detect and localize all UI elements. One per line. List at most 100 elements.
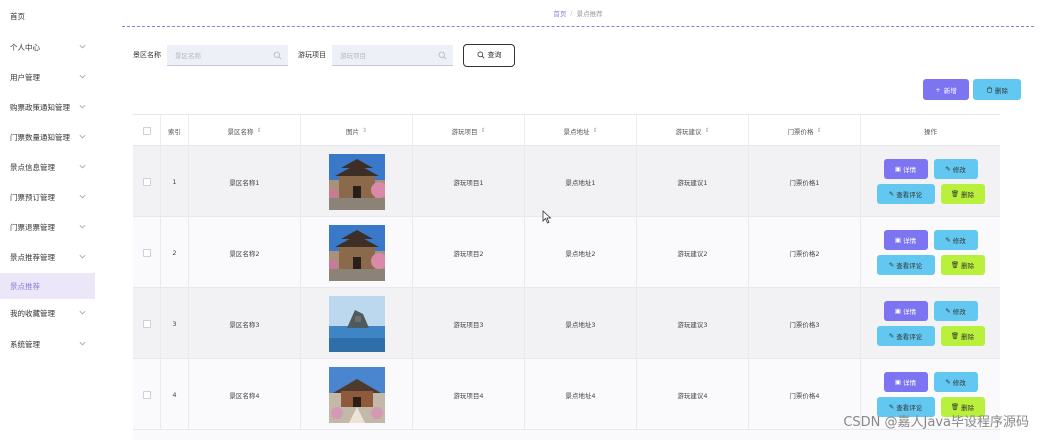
sidebar-item-ticket-policy[interactable]: 购票政策通知管理 bbox=[0, 94, 95, 120]
name-search-input[interactable]: 景区名称 bbox=[167, 44, 288, 66]
delete-button[interactable]: 🗑 删除 bbox=[940, 184, 985, 204]
header-price[interactable]: 门票价格 ⇕ bbox=[749, 115, 861, 146]
sidebar-item-ticket-quantity[interactable]: 门票数量通知管理 bbox=[0, 124, 95, 150]
chevron-down-icon bbox=[78, 72, 87, 81]
sidebar-item-ticket-booking[interactable]: 门票预订管理 bbox=[0, 184, 95, 210]
row-suggestion: 游玩建议2 bbox=[637, 217, 749, 288]
breadcrumb-separator: / bbox=[570, 9, 573, 17]
view-comments-button[interactable]: ✎ 查看评论 bbox=[876, 326, 935, 346]
data-table: 索引 景区名称 ⇕ 图片 ⇕ 游玩项目 ⇕ 景点地址 ⇕ 游玩建议 ⇕ 门票价格 ⇕ 操作 … bbox=[133, 114, 1000, 440]
row-checkbox[interactable] bbox=[142, 319, 151, 328]
table-row[interactable]: 1 景区名称1 游玩项目1 景点地址1 游玩建议1 门票价格1 ▣ 详情 ✎ 修改 … bbox=[133, 146, 1000, 217]
sidebar-item-favorites[interactable]: 我的收藏管理 bbox=[0, 300, 95, 326]
table-row-partial bbox=[133, 430, 1000, 440]
query-button-label: 查询 bbox=[487, 51, 502, 59]
sidebar-item-recommend-management[interactable]: 景点推荐管理 bbox=[0, 244, 95, 270]
plus-icon: + bbox=[935, 85, 941, 94]
delete-label: 删除 bbox=[961, 191, 975, 199]
detail-button[interactable]: ▣ 详情 bbox=[883, 230, 928, 250]
table-row[interactable]: 3 景区名称3 游玩项目3 景点地址3 游玩建议3 门票价格3 ▣ 详情 ✎ 修改 … bbox=[133, 288, 1000, 359]
detail-button[interactable]: ▣ 详情 bbox=[883, 159, 928, 179]
header-suggestion-label: 游玩建议 bbox=[675, 127, 702, 136]
delete-button[interactable]: 🗑 删除 bbox=[940, 326, 985, 346]
sort-icon[interactable]: ⇕ bbox=[816, 127, 821, 134]
edit-button[interactable]: ✎ 修改 bbox=[933, 230, 978, 250]
sidebar-item-label: 系统管理 bbox=[10, 339, 40, 349]
edit-icon: ✎ bbox=[945, 307, 951, 315]
header-project[interactable]: 游玩项目 ⇕ bbox=[413, 115, 525, 146]
sidebar-item-label: 景点推荐 bbox=[10, 281, 40, 291]
edit-label: 修改 bbox=[952, 237, 966, 245]
edit-button[interactable]: ✎ 修改 bbox=[933, 301, 978, 321]
header-address[interactable]: 景点地址 ⇕ bbox=[525, 115, 637, 146]
breadcrumb-home[interactable]: 首页 bbox=[553, 8, 566, 18]
sidebar-item-ticket-refund[interactable]: 门票退票管理 bbox=[0, 214, 95, 240]
header-image[interactable]: 图片 ⇕ bbox=[301, 115, 413, 146]
scenic-image-pagoda bbox=[328, 224, 385, 281]
header-name[interactable]: 景区名称 ⇕ bbox=[189, 115, 301, 146]
detail-icon: ▣ bbox=[894, 307, 902, 315]
query-button[interactable]: 查询 bbox=[463, 43, 515, 67]
row-address: 景点地址1 bbox=[525, 146, 637, 217]
view-comments-button[interactable]: ✎ 查看评论 bbox=[876, 184, 935, 204]
sidebar-item-home[interactable]: 首页 bbox=[0, 3, 95, 29]
row-price: 门票价格2 bbox=[749, 217, 861, 288]
comment-icon: ✎ bbox=[888, 332, 895, 340]
search-icon bbox=[273, 51, 282, 60]
row-ops: ▣ 详情 ✎ 修改 ✎ 查看评论 🗑 删除 bbox=[861, 217, 1000, 288]
row-suggestion: 游玩建议3 bbox=[637, 288, 749, 359]
row-checkbox-cell bbox=[133, 359, 161, 430]
edit-label: 修改 bbox=[952, 308, 966, 316]
row-checkbox[interactable] bbox=[142, 390, 151, 399]
sort-icon[interactable]: ⇕ bbox=[256, 127, 261, 134]
sidebar-item-recommend[interactable]: 景点推荐 bbox=[0, 273, 95, 299]
chevron-down-icon bbox=[78, 102, 87, 111]
detail-button[interactable]: ▣ 详情 bbox=[883, 372, 928, 392]
select-all-checkbox[interactable] bbox=[142, 126, 151, 135]
row-checkbox[interactable] bbox=[142, 177, 151, 186]
row-checkbox[interactable] bbox=[142, 248, 151, 257]
row-project: 游玩项目2 bbox=[413, 217, 525, 288]
view-comments-button[interactable]: ✎ 查看评论 bbox=[876, 255, 935, 275]
search-icon bbox=[477, 51, 484, 59]
sidebar-item-label: 首页 bbox=[10, 11, 25, 21]
row-index: 3 bbox=[161, 288, 189, 359]
row-index: 2 bbox=[161, 217, 189, 288]
chevron-down-icon bbox=[78, 308, 87, 317]
add-button[interactable]: + 新增 bbox=[923, 79, 969, 100]
table-row[interactable]: 2 景区名称2 游玩项目2 景点地址2 游玩建议2 门票价格2 ▣ 详情 ✎ 修改 … bbox=[133, 217, 1000, 288]
sort-icon[interactable]: ⇕ bbox=[592, 127, 597, 134]
sidebar-item-scenic-info[interactable]: 景点信息管理 bbox=[0, 154, 95, 180]
row-address: 景点地址4 bbox=[525, 359, 637, 430]
sort-icon[interactable]: ⇕ bbox=[704, 127, 709, 134]
row-image-cell bbox=[301, 146, 413, 217]
sidebar-item-system[interactable]: 系统管理 bbox=[0, 331, 95, 357]
row-name: 景区名称1 bbox=[189, 146, 301, 217]
sidebar-item-user-management[interactable]: 用户管理 bbox=[0, 64, 95, 90]
row-checkbox-cell bbox=[133, 288, 161, 359]
edit-button[interactable]: ✎ 修改 bbox=[933, 372, 978, 392]
project-search-input[interactable]: 游玩项目 bbox=[332, 44, 453, 66]
sort-icon[interactable]: ⇕ bbox=[480, 127, 485, 134]
row-suggestion: 游玩建议4 bbox=[637, 359, 749, 430]
edit-button[interactable]: ✎ 修改 bbox=[933, 159, 978, 179]
sidebar-item-label: 门票退票管理 bbox=[10, 222, 55, 232]
scenic-image-gate bbox=[328, 366, 385, 423]
sort-icon[interactable]: ⇕ bbox=[362, 127, 367, 134]
batch-delete-button[interactable]: 删除 bbox=[973, 79, 1021, 100]
edit-icon: ✎ bbox=[945, 236, 951, 244]
sidebar-item-personal-center[interactable]: 个人中心 bbox=[0, 34, 95, 60]
header-address-label: 景点地址 bbox=[563, 127, 590, 136]
header-index: 索引 bbox=[161, 115, 189, 146]
delete-button[interactable]: 🗑 删除 bbox=[940, 255, 985, 275]
row-ops: ▣ 详情 ✎ 修改 ✎ 查看评论 🗑 删除 bbox=[861, 146, 1000, 217]
row-price: 门票价格1 bbox=[749, 146, 861, 217]
comment-label: 查看评论 bbox=[896, 333, 923, 341]
scenic-image-lake bbox=[328, 295, 385, 352]
add-button-label: 新增 bbox=[943, 86, 957, 95]
chevron-down-icon bbox=[78, 162, 87, 171]
sidebar-item-label: 购票政策通知管理 bbox=[10, 102, 70, 112]
header-suggestion[interactable]: 游玩建议 ⇕ bbox=[637, 115, 749, 146]
detail-button[interactable]: ▣ 详情 bbox=[883, 301, 928, 321]
name-search-placeholder: 景区名称 bbox=[175, 51, 201, 60]
